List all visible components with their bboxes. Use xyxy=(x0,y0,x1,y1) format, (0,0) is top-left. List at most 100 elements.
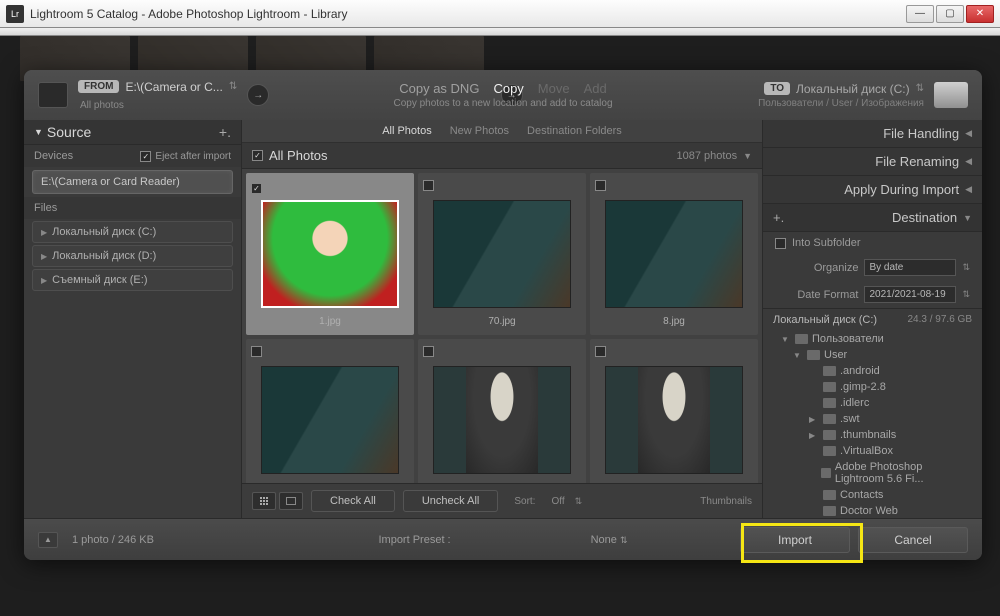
tree-row[interactable]: ▼Пользователи xyxy=(763,331,982,347)
date-format-select[interactable]: 2021/2021-08-19 xyxy=(864,286,956,303)
thumbnails-label: Thumbnails xyxy=(700,496,752,507)
copy-as-dng-option[interactable]: Copy as DNG xyxy=(399,81,479,96)
folder-icon xyxy=(821,468,831,478)
import-preset-value[interactable]: None ⇅ xyxy=(591,534,628,546)
tree-row[interactable]: Doctor Web xyxy=(763,503,982,518)
date-format-label: Date Format xyxy=(797,289,858,301)
thumbnail-image[interactable] xyxy=(605,366,743,474)
single-view-button[interactable] xyxy=(279,492,303,510)
minimize-button[interactable]: — xyxy=(906,5,934,23)
expand-button[interactable]: ▲ xyxy=(38,532,58,548)
thumbnail-cell[interactable] xyxy=(590,339,758,483)
window-title: Lightroom 5 Catalog - Adobe Photoshop Li… xyxy=(30,7,906,21)
tab-destination-folders[interactable]: Destination Folders xyxy=(527,125,622,137)
source-panel: ▼ Source +. Devices ✓ Eject after import… xyxy=(24,120,242,518)
copy-option[interactable]: Copy xyxy=(493,81,523,96)
tree-row[interactable]: .android xyxy=(763,363,982,379)
sort-label: Sort: xyxy=(514,496,535,507)
add-source-icon[interactable]: +. xyxy=(219,124,231,140)
thumbnail-cell[interactable] xyxy=(246,339,414,483)
destination-volume[interactable]: Локальный диск (C:)24.3 / 97.6 GB xyxy=(763,308,982,331)
dropdown-icon[interactable]: ⇅ xyxy=(962,262,970,273)
window-titlebar: Lr Lightroom 5 Catalog - Adobe Photoshop… xyxy=(0,0,1000,28)
device-item[interactable]: E:\(Camera or Card Reader) xyxy=(32,170,233,194)
tree-row[interactable]: Adobe Photoshop Lightroom 5.6 Fi... xyxy=(763,459,982,487)
thumbnail-image[interactable] xyxy=(605,200,743,308)
thumbnail-cell[interactable]: 8.jpg xyxy=(590,173,758,335)
file-handling-section[interactable]: File Handling◀ xyxy=(763,120,982,148)
organize-label: Organize xyxy=(814,262,859,274)
into-subfolder-row[interactable]: Into Subfolder xyxy=(763,232,982,254)
import-button[interactable]: Import xyxy=(740,527,850,553)
tree-row[interactable]: ▼User xyxy=(763,347,982,363)
cancel-button[interactable]: Cancel xyxy=(858,527,968,553)
folder-icon xyxy=(823,446,836,456)
tab-new-photos[interactable]: New Photos xyxy=(450,125,509,137)
thumbnail-grid[interactable]: ✓1.jpg70.jpg8.jpg xyxy=(242,169,762,483)
expand-icon[interactable]: ▼ xyxy=(781,335,791,344)
tree-row[interactable]: .gimp-2.8 xyxy=(763,379,982,395)
triangle-down-icon[interactable]: ▼ xyxy=(743,151,752,161)
menubar[interactable] xyxy=(0,28,1000,36)
disk-item[interactable]: ▶Съемный диск (E:) xyxy=(32,269,233,291)
disk-item[interactable]: ▶Локальный диск (D:) xyxy=(32,245,233,267)
right-panel: File Handling◀ File Renaming◀ Apply Duri… xyxy=(762,120,982,518)
thumbnail-cell[interactable]: ✓1.jpg xyxy=(246,173,414,335)
thumb-checkbox[interactable] xyxy=(423,180,434,191)
destination-add-icon[interactable]: +. xyxy=(773,210,784,225)
thumbnail-image[interactable] xyxy=(261,200,399,308)
triangle-down-icon: ▼ xyxy=(34,127,43,137)
from-dropdown-icon[interactable]: ⇅ xyxy=(229,81,237,92)
folder-icon xyxy=(823,506,836,516)
uncheck-all-button[interactable]: Uncheck All xyxy=(403,490,498,512)
source-header[interactable]: ▼ Source +. xyxy=(24,120,241,145)
arrow-forward-icon[interactable]: → xyxy=(247,84,269,106)
dropdown-icon[interactable]: ⇅ xyxy=(962,289,970,300)
thumb-checkbox[interactable] xyxy=(595,346,606,357)
photo-count: 1087 photos xyxy=(677,150,738,162)
expand-icon[interactable]: ▼ xyxy=(793,351,803,360)
folder-icon xyxy=(823,414,836,424)
eject-checkbox-row[interactable]: ✓ Eject after import xyxy=(140,151,231,162)
destination-section[interactable]: +. Destination▼ xyxy=(763,204,982,232)
close-button[interactable]: ✕ xyxy=(966,5,994,23)
thumb-checkbox[interactable]: ✓ xyxy=(251,183,262,194)
tree-row[interactable]: ▶.thumbnails xyxy=(763,427,982,443)
tree-row[interactable]: .VirtualBox xyxy=(763,443,982,459)
thumbnail-image[interactable] xyxy=(261,366,399,474)
tree-row[interactable]: ▶.swt xyxy=(763,411,982,427)
tab-all-photos[interactable]: All Photos xyxy=(382,125,432,137)
check-all-button[interactable]: Check All xyxy=(311,490,395,512)
sort-dropdown-icon[interactable]: ⇅ xyxy=(575,496,583,507)
disk-item[interactable]: ▶Локальный диск (C:) xyxy=(32,221,233,243)
organize-select[interactable]: By date xyxy=(864,259,956,276)
thumb-checkbox[interactable] xyxy=(423,346,434,357)
tree-row[interactable]: .idlerc xyxy=(763,395,982,411)
select-all-checkbox[interactable]: ✓ xyxy=(252,150,263,161)
folder-tree[interactable]: ▼Пользователи▼User.android.gimp-2.8.idle… xyxy=(763,331,982,518)
folder-icon xyxy=(823,430,836,440)
maximize-button[interactable]: ▢ xyxy=(936,5,964,23)
center-panel: All Photos New Photos Destination Folder… xyxy=(242,120,762,518)
sort-value[interactable]: Off xyxy=(551,496,564,507)
to-dropdown-icon[interactable]: ⇅ xyxy=(916,83,924,94)
expand-icon[interactable]: ▶ xyxy=(809,431,819,440)
grid-view-button[interactable] xyxy=(252,492,276,510)
tree-row[interactable]: Contacts xyxy=(763,487,982,503)
eject-checkbox[interactable]: ✓ xyxy=(140,151,151,162)
thumbnail-image[interactable] xyxy=(433,200,571,308)
thumbnail-cell[interactable]: 70.jpg xyxy=(418,173,586,335)
triangle-left-icon: ◀ xyxy=(965,128,972,139)
expand-icon[interactable]: ▶ xyxy=(809,415,819,424)
file-renaming-section[interactable]: File Renaming◀ xyxy=(763,148,982,176)
thumbnail-image[interactable] xyxy=(433,366,571,474)
thumb-checkbox[interactable] xyxy=(595,180,606,191)
to-path[interactable]: Локальный диск (C:) xyxy=(796,82,910,96)
from-path[interactable]: E:\(Camera or C... xyxy=(125,80,222,94)
into-subfolder-checkbox[interactable] xyxy=(775,238,786,249)
thumb-checkbox[interactable] xyxy=(251,346,262,357)
thumbnail-cell[interactable] xyxy=(418,339,586,483)
devices-header: Devices ✓ Eject after import xyxy=(24,145,241,167)
apply-during-import-section[interactable]: Apply During Import◀ xyxy=(763,176,982,204)
to-pill: TO xyxy=(764,82,790,95)
